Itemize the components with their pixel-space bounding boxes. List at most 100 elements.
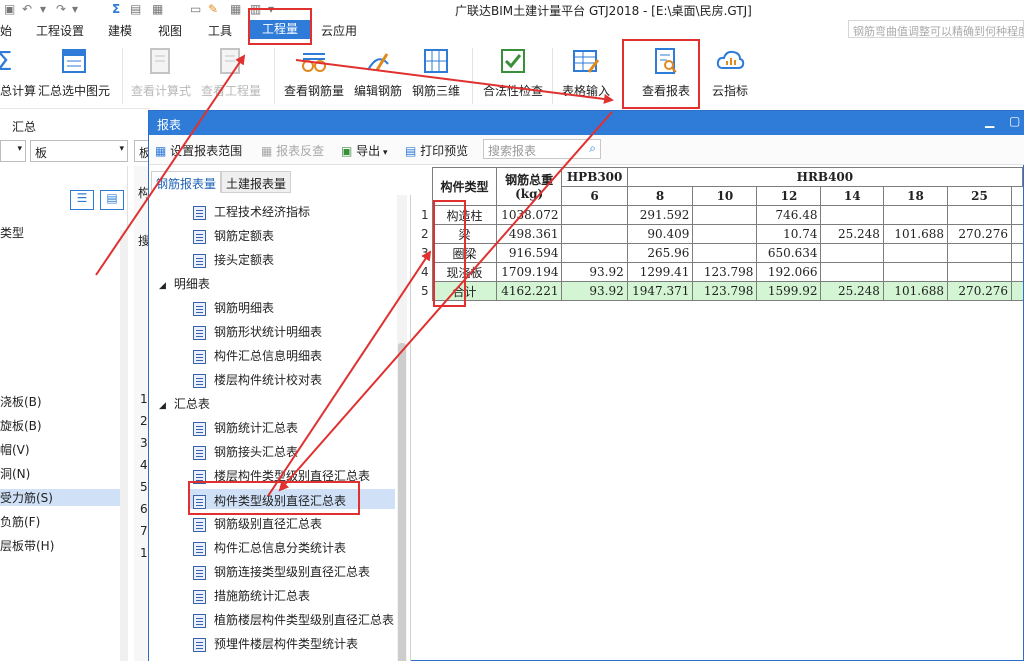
- collapse-icon[interactable]: ◢: [159, 281, 166, 291]
- floor-dropdown[interactable]: ▾: [0, 140, 26, 162]
- cell-d25[interactable]: 270.276: [946, 281, 1013, 301]
- cell-d12[interactable]: 192.066: [756, 262, 822, 282]
- menu-tools[interactable]: 工具: [208, 22, 232, 39]
- cell-d8[interactable]: 291.592: [626, 205, 694, 225]
- edit-rebar-button[interactable]: 编辑钢筋: [354, 46, 402, 99]
- cell-d8[interactable]: 1947.371: [626, 281, 694, 301]
- set-range-button[interactable]: ▦ 设置报表范围: [155, 142, 242, 159]
- tree-item-selected[interactable]: 受力筋(S): [0, 489, 126, 506]
- menu-start[interactable]: 始: [0, 22, 12, 39]
- table-row[interactable]: 4 现浇板 1709.194 93.92 1299.41 123.798 192.066: [419, 262, 1023, 282]
- report-search-input[interactable]: 搜索报表 ⌕: [483, 139, 601, 159]
- cell-d10[interactable]: 123.798: [692, 262, 758, 282]
- tab-rebar-report[interactable]: 钢筋报表量: [151, 171, 222, 193]
- cell-d14[interactable]: 25.248: [820, 224, 884, 244]
- tree-group-detail[interactable]: ◢ 明细表: [159, 275, 210, 295]
- report-reverse-button[interactable]: ▦ 报表反查: [261, 142, 324, 159]
- tree-item[interactable]: 措施筋统计汇总表: [193, 587, 310, 607]
- tree-item[interactable]: 构件汇总信息明细表: [193, 347, 322, 367]
- cell-d18[interactable]: [882, 205, 949, 225]
- table-input-button[interactable]: 表格输入: [562, 46, 610, 99]
- tree-item[interactable]: 负筋(F): [0, 513, 40, 530]
- tree-item[interactable]: 植筋楼层构件类型级别直径汇总表: [193, 611, 394, 631]
- component-dropdown[interactable]: 板 ▾: [30, 140, 128, 162]
- cell-d8[interactable]: 265.96: [626, 243, 694, 263]
- cell-d12[interactable]: 746.48: [756, 205, 822, 225]
- cell-d10[interactable]: [692, 243, 758, 263]
- cell-total[interactable]: 498.361: [495, 224, 563, 244]
- tree-item[interactable]: 预埋件楼层构件类型统计表: [193, 635, 358, 655]
- calculate-all-button[interactable]: Σ 总计算: [0, 46, 36, 99]
- tree-item[interactable]: 楼层构件统计校对表: [193, 371, 322, 391]
- cell-d25[interactable]: [946, 205, 1013, 225]
- table-row[interactable]: 5 合计 4162.221 93.92 1947.371 123.798 1599.92 25…: [419, 281, 1023, 301]
- cell-d12[interactable]: 650.634: [756, 243, 822, 263]
- tree-item[interactable]: 钢筋连接类型级别直径汇总表: [193, 563, 370, 583]
- cell-d18[interactable]: [882, 243, 949, 263]
- cell-d18[interactable]: 101.688: [882, 281, 949, 301]
- tree-item[interactable]: 旋板(B): [0, 417, 42, 434]
- view-formula-button[interactable]: 查看计算式: [130, 46, 192, 99]
- cell-d6[interactable]: [561, 205, 628, 225]
- table-row[interactable]: 3 圈梁 916.594 265.96 650.634: [419, 243, 1023, 263]
- cell-d25[interactable]: 270.276: [946, 224, 1013, 244]
- export-button[interactable]: ▣ 导出 ▾: [341, 142, 388, 159]
- validity-check-button[interactable]: 合法性检查: [482, 46, 544, 99]
- cell-d12[interactable]: 10.74: [756, 224, 822, 244]
- view-quantity-button[interactable]: 查看工程量: [200, 46, 262, 99]
- detail-view-icon[interactable]: ▤: [100, 190, 124, 210]
- minimize-icon[interactable]: ▁: [985, 114, 994, 128]
- cell-d6[interactable]: [561, 243, 628, 263]
- cell-d25[interactable]: [946, 243, 1013, 263]
- tree-item[interactable]: 浇板(B): [0, 393, 42, 410]
- collapse-icon[interactable]: ◢: [159, 401, 166, 411]
- tree-item[interactable]: 钢筋明细表: [193, 299, 274, 319]
- cell-total[interactable]: 1709.194: [495, 262, 563, 282]
- table-row[interactable]: 1 构造柱 1038.072 291.592 746.48: [419, 205, 1023, 225]
- tree-item[interactable]: 钢筋定额表: [193, 227, 274, 247]
- cell-d14[interactable]: 25.248: [820, 281, 884, 301]
- cloud-index-button[interactable]: 云指标: [710, 46, 750, 99]
- tree-item[interactable]: 洞(N): [0, 465, 30, 482]
- tree-item[interactable]: 钢筋统计汇总表: [193, 419, 298, 439]
- maximize-icon[interactable]: ▢: [1009, 114, 1020, 128]
- cell-d14[interactable]: [820, 262, 884, 282]
- tree-item[interactable]: 帽(V): [0, 441, 30, 458]
- menu-cloud[interactable]: 云应用: [321, 22, 357, 39]
- cell-d6[interactable]: [561, 224, 628, 244]
- tree-group-summary[interactable]: ◢ 汇总表: [159, 395, 210, 415]
- cell-total[interactable]: 4162.221: [495, 281, 563, 301]
- tree-item[interactable]: 工程技术经济指标: [193, 203, 310, 223]
- tree-item[interactable]: 构件汇总信息分类统计表: [193, 539, 346, 559]
- cell-total[interactable]: 916.594: [495, 243, 563, 263]
- tree-item[interactable]: 钢筋形状统计明细表: [193, 323, 322, 343]
- tree-item[interactable]: 钢筋接头汇总表: [193, 443, 298, 463]
- left-scrollbar[interactable]: [120, 230, 128, 661]
- print-preview-button[interactable]: ▤ 打印预览: [405, 142, 468, 159]
- cell-d6[interactable]: 93.92: [561, 281, 628, 301]
- cell-d10[interactable]: [692, 205, 758, 225]
- tab-civil-report[interactable]: 土建报表量: [221, 171, 292, 193]
- rebar-3d-button[interactable]: 钢筋三维: [412, 46, 460, 99]
- cell-total[interactable]: 1038.072: [495, 205, 563, 225]
- menu-modeling[interactable]: 建模: [108, 22, 132, 39]
- menu-view[interactable]: 视图: [158, 22, 182, 39]
- sum-selected-button[interactable]: 汇总选中图元: [38, 46, 110, 99]
- cell-d12[interactable]: 1599.92: [756, 281, 822, 301]
- view-rebar-button[interactable]: 查看钢筋量: [284, 46, 344, 99]
- scrollbar-thumb[interactable]: [398, 343, 406, 661]
- cell-d8[interactable]: 90.409: [626, 224, 694, 244]
- list-view-icon[interactable]: ☰: [70, 190, 94, 210]
- cell-d10[interactable]: 123.798: [692, 281, 758, 301]
- search-icon[interactable]: ⌕: [589, 141, 596, 156]
- cell-d25[interactable]: [946, 262, 1013, 282]
- cell-d14[interactable]: [820, 205, 884, 225]
- cell-d14[interactable]: [820, 243, 884, 263]
- cell-d10[interactable]: [692, 224, 758, 244]
- cell-d8[interactable]: 1299.41: [626, 262, 694, 282]
- table-row[interactable]: 2 梁 498.361 90.409 10.74 25.248 101.688 270.276: [419, 224, 1023, 244]
- menu-project-settings[interactable]: 工程设置: [36, 22, 84, 39]
- tree-item[interactable]: 钢筋级别直径汇总表: [193, 515, 322, 535]
- tree-scrollbar[interactable]: [397, 195, 407, 661]
- tree-item[interactable]: 层板带(H): [0, 537, 54, 554]
